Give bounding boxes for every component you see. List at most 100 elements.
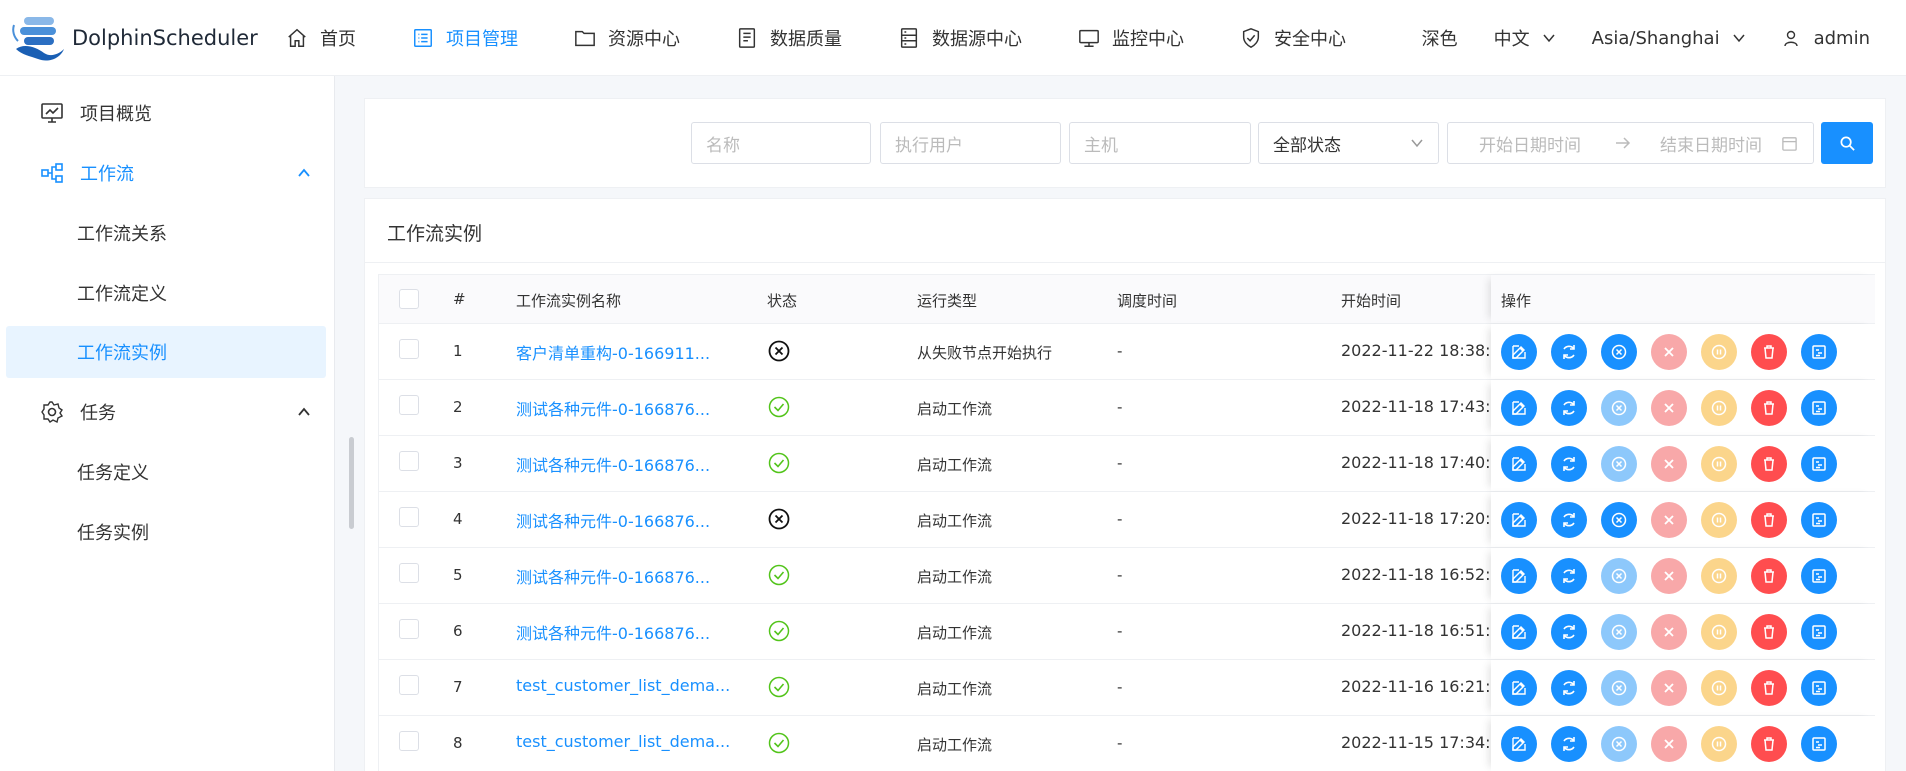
pause-button[interactable] — [1701, 334, 1737, 370]
nav-home[interactable]: 首页 — [286, 25, 356, 51]
pause-button[interactable] — [1701, 670, 1737, 706]
stop-button[interactable] — [1651, 558, 1687, 594]
search-button[interactable] — [1821, 122, 1873, 164]
row-checkbox[interactable] — [399, 395, 419, 415]
nav-datasource-center[interactable]: 数据源中心 — [898, 25, 1022, 51]
instance-name-link[interactable]: 测试各种元件-0-166876... — [516, 396, 710, 420]
host-search-input[interactable]: 主机 — [1069, 122, 1251, 164]
edit-button[interactable] — [1501, 502, 1537, 538]
instance-name-link[interactable]: 测试各种元件-0-166876... — [516, 564, 710, 588]
stop-button[interactable] — [1651, 670, 1687, 706]
pause-button[interactable] — [1701, 614, 1737, 650]
rerun-button[interactable] — [1551, 390, 1587, 426]
instance-name-link[interactable]: 测试各种元件-0-166876... — [516, 620, 710, 644]
edit-button[interactable] — [1501, 670, 1537, 706]
instance-name-link[interactable]: 测试各种元件-0-166876... — [516, 508, 710, 532]
rerun-button[interactable] — [1551, 502, 1587, 538]
header-run-type[interactable]: 运行类型 — [917, 290, 977, 311]
sidebar-item-workflow-relation[interactable]: 工作流关系 — [6, 207, 326, 259]
executor-search-input[interactable]: 执行用户 — [880, 122, 1061, 164]
end-date-input[interactable]: 结束日期时间 — [1660, 131, 1762, 156]
stop-button[interactable] — [1651, 614, 1687, 650]
select-all-checkbox[interactable] — [399, 289, 419, 309]
sidebar-item-workflow-definition[interactable]: 工作流定义 — [6, 267, 326, 319]
rerun-button[interactable] — [1551, 446, 1587, 482]
gantt-button[interactable] — [1801, 670, 1837, 706]
recover-failed-button[interactable] — [1601, 502, 1637, 538]
delete-button[interactable] — [1751, 502, 1787, 538]
recover-failed-button[interactable] — [1601, 558, 1637, 594]
pause-button[interactable] — [1701, 502, 1737, 538]
user-menu[interactable]: admin — [1782, 28, 1870, 49]
nav-resource-center[interactable]: 资源中心 — [574, 25, 680, 51]
recover-failed-button[interactable] — [1601, 446, 1637, 482]
delete-button[interactable] — [1751, 726, 1787, 762]
gantt-button[interactable] — [1801, 558, 1837, 594]
rerun-button[interactable] — [1551, 614, 1587, 650]
gantt-button[interactable] — [1801, 446, 1837, 482]
instance-name-link[interactable]: test_customer_list_dema... — [516, 732, 730, 751]
delete-button[interactable] — [1751, 614, 1787, 650]
start-date-input[interactable]: 开始日期时间 — [1479, 131, 1581, 156]
nav-data-quality[interactable]: 数据质量 — [736, 25, 842, 51]
row-checkbox[interactable] — [399, 675, 419, 695]
recover-failed-button[interactable] — [1601, 670, 1637, 706]
theme-toggle[interactable]: 深色 — [1422, 25, 1458, 51]
name-search-input[interactable]: 名称 — [691, 122, 871, 164]
delete-button[interactable] — [1751, 558, 1787, 594]
row-checkbox[interactable] — [399, 339, 419, 359]
gantt-button[interactable] — [1801, 614, 1837, 650]
header-state[interactable]: 状态 — [767, 290, 797, 311]
pause-button[interactable] — [1701, 726, 1737, 762]
row-checkbox[interactable] — [399, 731, 419, 751]
date-range-picker[interactable]: 开始日期时间 结束日期时间 — [1447, 122, 1814, 164]
sidebar-item-task-instance[interactable]: 任务实例 — [6, 506, 326, 558]
header-name[interactable]: 工作流实例名称 — [516, 290, 621, 311]
edit-button[interactable] — [1501, 334, 1537, 370]
recover-failed-button[interactable] — [1601, 390, 1637, 426]
sidebar-group-task[interactable]: 任务 — [6, 386, 326, 438]
language-selector[interactable]: 中文 — [1494, 25, 1556, 51]
rerun-button[interactable] — [1551, 558, 1587, 594]
row-checkbox[interactable] — [399, 451, 419, 471]
sidebar-item-workflow-instance[interactable]: 工作流实例 — [6, 326, 326, 378]
edit-button[interactable] — [1501, 558, 1537, 594]
rerun-button[interactable] — [1551, 670, 1587, 706]
delete-button[interactable] — [1751, 390, 1787, 426]
stop-button[interactable] — [1651, 502, 1687, 538]
sidebar-item-task-definition[interactable]: 任务定义 — [6, 446, 326, 498]
nav-project-management[interactable]: 项目管理 — [412, 25, 518, 51]
stop-button[interactable] — [1651, 334, 1687, 370]
instance-name-link[interactable]: test_customer_list_dema... — [516, 676, 730, 695]
recover-failed-button[interactable] — [1601, 334, 1637, 370]
nav-monitor-center[interactable]: 监控中心 — [1078, 25, 1184, 51]
stop-button[interactable] — [1651, 726, 1687, 762]
header-schedule-time[interactable]: 调度时间 — [1117, 290, 1177, 311]
header-start-time[interactable]: 开始时间 — [1341, 290, 1401, 311]
delete-button[interactable] — [1751, 670, 1787, 706]
sidebar-scrollbar[interactable] — [349, 437, 354, 529]
pause-button[interactable] — [1701, 446, 1737, 482]
gantt-button[interactable] — [1801, 334, 1837, 370]
state-select[interactable]: 全部状态 — [1258, 122, 1439, 164]
delete-button[interactable] — [1751, 446, 1787, 482]
gantt-button[interactable] — [1801, 726, 1837, 762]
edit-button[interactable] — [1501, 390, 1537, 426]
timezone-selector[interactable]: Asia/Shanghai — [1592, 28, 1746, 49]
sidebar-group-workflow[interactable]: 工作流 — [6, 147, 326, 199]
pause-button[interactable] — [1701, 390, 1737, 426]
recover-failed-button[interactable] — [1601, 726, 1637, 762]
rerun-button[interactable] — [1551, 726, 1587, 762]
edit-button[interactable] — [1501, 726, 1537, 762]
stop-button[interactable] — [1651, 390, 1687, 426]
gantt-button[interactable] — [1801, 390, 1837, 426]
delete-button[interactable] — [1751, 334, 1787, 370]
row-checkbox[interactable] — [399, 619, 419, 639]
edit-button[interactable] — [1501, 446, 1537, 482]
pause-button[interactable] — [1701, 558, 1737, 594]
gantt-button[interactable] — [1801, 502, 1837, 538]
instance-name-link[interactable]: 客户清单重构-0-166911... — [516, 340, 710, 364]
sidebar-item-project-overview[interactable]: 项目概览 — [6, 87, 326, 139]
nav-security-center[interactable]: 安全中心 — [1240, 25, 1346, 51]
row-checkbox[interactable] — [399, 507, 419, 527]
